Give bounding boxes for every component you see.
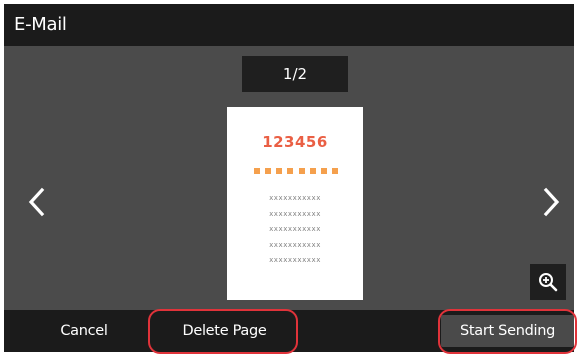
preview-text-line: xxxxxxxxxxx [269,209,321,218]
preview-text-line: xxxxxxxxxxx [269,240,321,249]
previous-page-button[interactable] [22,182,52,222]
chevron-left-icon [28,187,45,217]
delete-page-button[interactable]: Delete Page [152,310,297,352]
preview-document-number: 123456 [262,133,328,151]
document-preview: 123456 xxxxxxxxxxx xxxxxxxxxxx xxxxxxxxx… [227,107,363,300]
zoom-button[interactable] [530,264,566,300]
chevron-right-icon [543,187,560,217]
preview-text-line: xxxxxxxxxxx [269,194,321,202]
cancel-button[interactable]: Cancel [34,310,134,352]
page-indicator: 1/2 [242,56,348,92]
next-page-button[interactable] [536,182,566,222]
preview-text-lines: xxxxxxxxxxx xxxxxxxxxxx xxxxxxxxxxx xxxx… [227,191,363,269]
email-preview-screen: E-Mail 1/2 123456 xxxxxxxxxxx xxxxxxxxxx… [4,4,574,352]
window-title: E-Mail [4,4,574,46]
start-sending-button[interactable]: Start Sending [441,315,574,347]
bottom-action-bar: Cancel Delete Page Start Sending [4,310,574,352]
preview-text-line: xxxxxxxxxxx [269,225,321,233]
zoom-in-icon [539,273,558,292]
preview-text-line: xxxxxxxxxxx [269,256,321,264]
preview-dot-row [254,168,338,176]
